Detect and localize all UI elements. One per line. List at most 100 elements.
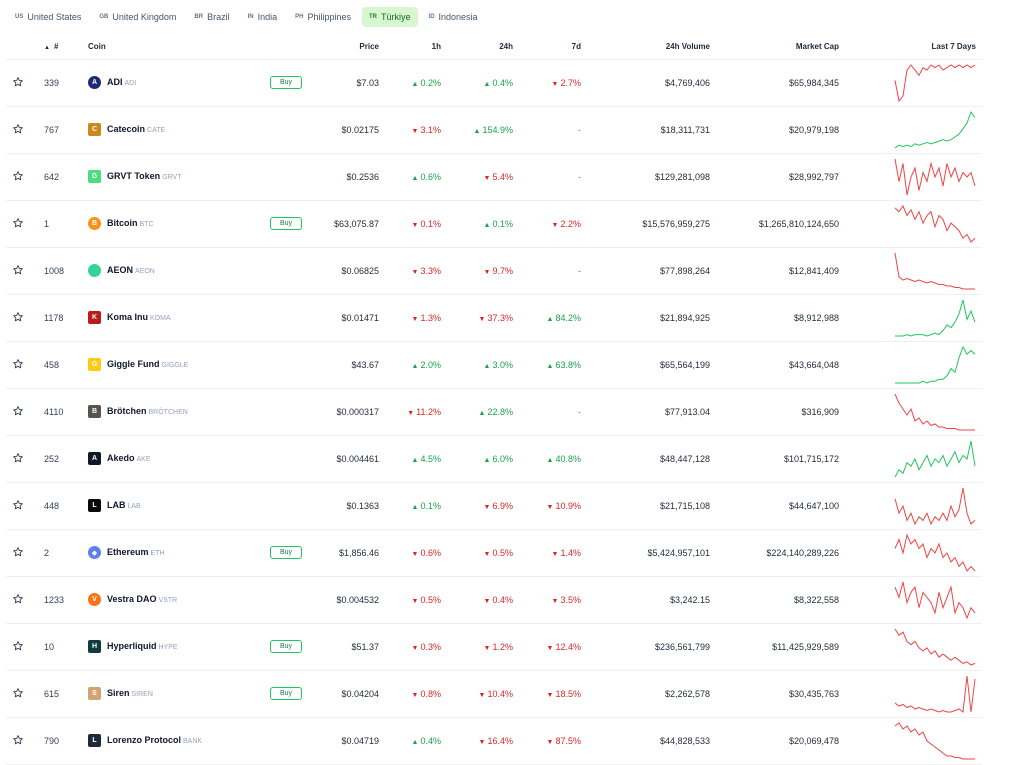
change-value: 154.9% [482,125,513,135]
change-h24: ▲ 6.0% [484,454,513,464]
table-row[interactable]: 1233 V Vestra DAO VSTR $0.004532 ▼ 0.5% ▼ 0.4% ▼ 3… [6,577,982,624]
table-row[interactable]: 4110 B Brötchen BRÖTCHEN $0.000317 ▼ 11.2% ▲ 22.… [6,389,982,436]
coin-price: $0.04204 [341,689,379,699]
coin-symbol: ADI [124,80,137,87]
header-1h[interactable]: 1h [432,42,441,51]
tab-in[interactable]: IN India [241,7,285,27]
star-icon[interactable] [12,452,24,464]
tab-us[interactable]: US United States [8,7,88,27]
table-row[interactable]: 252 A Akedo AKE $0.004461 ▲ 4.5% ▲ 6.0% ▲ 40.8% $48… [6,436,982,483]
coin-name-link[interactable]: Siren SIREN [107,688,153,698]
coin-market-cap: $316,909 [801,407,839,417]
table-row[interactable]: 767 C Catecoin CATE $0.02175 ▼ 3.1% ▲ 154.9% - $18… [6,107,982,154]
change-value: 3.5% [560,595,581,605]
table-row[interactable]: 615 S Siren SIREN Buy $0.04204 ▼ 0.8% ▼ 10.4% ▼ 18.… [6,671,982,718]
star-icon[interactable] [12,76,24,88]
coin-price: $0.004532 [336,595,379,605]
caret-up-icon: ▲ [546,316,554,323]
star-icon[interactable] [12,217,24,229]
buy-button[interactable]: Buy [270,687,302,700]
coin-name-link[interactable]: AEON AEON [107,265,155,275]
coin-name-link[interactable]: LAB LAB [107,500,141,510]
change-value: 1.2% [492,642,513,652]
star-icon[interactable] [12,734,24,746]
lorenzo-icon: L [88,734,101,747]
coin-name-link[interactable]: Giggle Fund GIGGLE [107,359,188,369]
star-icon[interactable] [12,499,24,511]
star-icon[interactable] [12,123,24,135]
tab-id[interactable]: ID Indonesia [422,7,485,27]
coin-rank: 615 [44,689,60,699]
buy-button[interactable]: Buy [270,76,302,89]
tab-label: Brazil [207,12,230,22]
tab-label: United States [27,12,82,22]
flag-br-icon: BR [194,14,204,20]
coin-name: Catecoin [107,124,146,134]
tab-br[interactable]: BR Brazil [187,7,236,27]
sparkline-line [894,440,976,478]
buy-button[interactable]: Buy [270,546,302,559]
coin-name-link[interactable]: Vestra DAO VSTR [107,594,177,604]
coin-name-link[interactable]: ADI ADI [107,77,136,87]
header-volume[interactable]: 24h Volume [666,42,710,51]
caret-down-icon: ▼ [483,269,491,276]
change-value: 0.1% [420,219,441,229]
header-market-cap[interactable]: Market Cap [796,42,839,51]
change-h1: ▲ 2.0% [412,360,441,370]
coin-name-link[interactable]: Brötchen BRÖTCHEN [107,406,188,416]
star-icon[interactable] [12,593,24,605]
hyperliquid-icon: H [88,640,101,653]
table-row[interactable]: 10 H Hyperliquid HYPE Buy $51.37 ▼ 0.3% ▼ 1.2% ▼ 12… [6,624,982,671]
header-coin[interactable]: Coin [88,42,106,51]
tab-tr[interactable]: TR Türkiye [362,7,418,27]
coin-name-link[interactable]: Koma Inu KOMA [107,312,171,322]
tab-gb[interactable]: GB United Kingdom [92,7,183,27]
coin-name-link[interactable]: Akedo AKE [107,453,151,463]
table-row[interactable]: 1 B Bitcoin BTC Buy $63,075.87 ▼ 0.1% ▲ 0.1% ▼ 2.2%… [6,201,982,248]
header-price[interactable]: Price [359,42,379,51]
coin-name-link[interactable]: GRVT Token GRVT [107,171,182,181]
star-icon[interactable] [12,546,24,558]
star-icon[interactable] [12,687,24,699]
coin-volume: $129,281,098 [654,172,710,182]
star-icon[interactable] [12,358,24,370]
caret-down-icon: ▼ [478,739,486,746]
tab-ph[interactable]: PH Philippines [288,7,358,27]
change-d7: ▼ 12.4% [547,642,581,652]
table-row[interactable]: 1178 K Koma Inu KOMA $0.01471 ▼ 1.3% ▼ 37.3% ▲ 84.… [6,295,982,342]
coin-price: $0.004461 [336,454,379,464]
coin-market-cap: $101,715,172 [783,454,839,464]
star-icon[interactable] [12,170,24,182]
change-d7: ▼ 18.5% [547,689,581,699]
star-icon[interactable] [12,311,24,323]
table-row[interactable]: 2 ◆ Ethereum ETH Buy $1,856.46 ▼ 0.6% ▼ 0.5% ▼ 1.4%… [6,530,982,577]
change-h24: ▲ 0.1% [484,219,513,229]
change-value: 1.3% [420,313,441,323]
table-row[interactable]: 448 L LAB LAB $0.1363 ▲ 0.1% ▼ 6.9% ▼ 10.9% $21,715… [6,483,982,530]
header-7d[interactable]: 7d [572,42,581,51]
coin-name-link[interactable]: Hyperliquid HYPE [107,641,178,651]
coin-name-link[interactable]: Ethereum ETH [107,547,165,557]
header-rank[interactable]: ▲ # [44,42,58,51]
coin-name-link[interactable]: Catecoin CATE [107,124,165,134]
table-row[interactable]: 642 G GRVT Token GRVT $0.2536 ▲ 0.6% ▼ 5.4% - $129… [6,154,982,201]
star-icon[interactable] [12,405,24,417]
table-row[interactable]: 458 G Giggle Fund GIGGLE $43.67 ▲ 2.0% ▲ 3.0% ▲ 63… [6,342,982,389]
coin-market-cap: $20,979,198 [788,125,839,135]
caret-up-icon: ▲ [483,363,491,370]
coin-name-link[interactable]: Lorenzo Protocol BANK [107,735,202,745]
change-value: 16.4% [487,736,513,746]
coin-name-link[interactable]: Bitcoin BTC [107,218,154,228]
table-row[interactable]: 790 L Lorenzo Protocol BANK $0.04719 ▲ 0.4% ▼ 16… [6,718,982,765]
buy-button[interactable]: Buy [270,217,302,230]
change-value: 0.4% [492,78,513,88]
buy-button[interactable]: Buy [270,640,302,653]
star-icon[interactable] [12,264,24,276]
coin-price: $0.06825 [341,266,379,276]
coin-name: ADI [107,77,123,87]
sparkline-line [894,675,976,713]
star-icon[interactable] [12,640,24,652]
table-row[interactable]: 1008 AEON AEON $0.06825 ▼ 3.3% ▼ 9.7% - $77,898,2… [6,248,982,295]
table-row[interactable]: 339 A ADI ADI Buy $7.03 ▲ 0.2% ▲ 0.4% ▼ 2.7% $4,769,… [6,60,982,107]
header-24h[interactable]: 24h [499,42,513,51]
